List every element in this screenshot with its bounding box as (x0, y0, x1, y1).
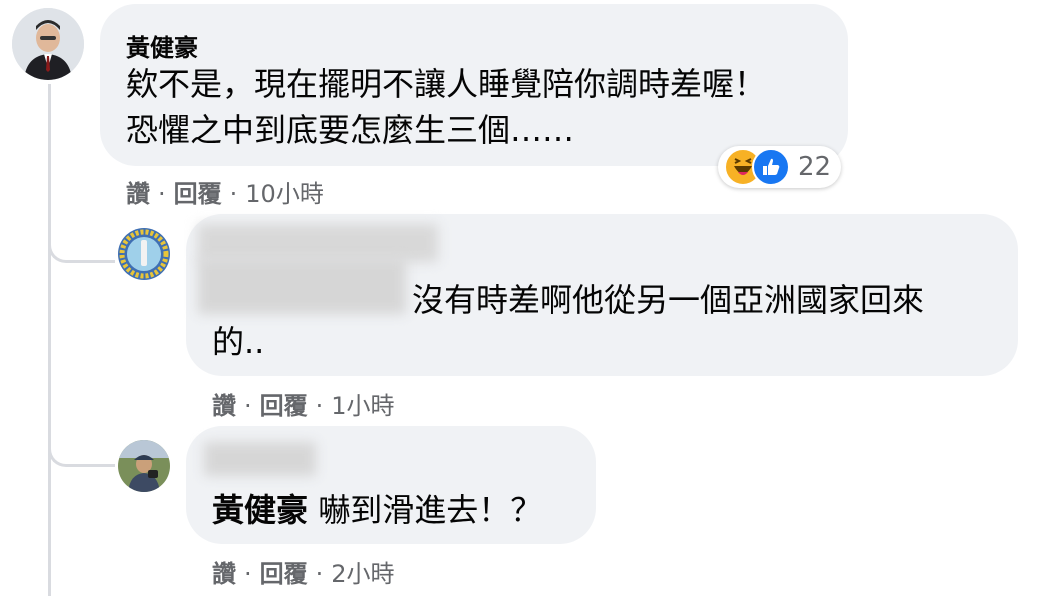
reply-button[interactable]: 回覆 (260, 560, 308, 588)
separator: · (244, 560, 252, 588)
thread-line (48, 84, 51, 596)
comment-actions: 讚 · 回覆 · 1小時 (212, 386, 395, 421)
avatar[interactable] (12, 8, 84, 80)
avatar[interactable] (118, 228, 170, 280)
separator: · (315, 392, 324, 420)
avatar[interactable] (118, 440, 170, 492)
comment-text-line: 欸不是，現在擺明不讓人睡覺陪你調時差喔！ (126, 65, 767, 103)
comment-text: 黃健豪 嚇到滑進去！？ (212, 488, 542, 532)
thread-branch-1 (48, 210, 115, 263)
reply-bubble: 黃健豪 嚇到滑進去！？ (186, 426, 596, 544)
comment-text-line: 恐懼之中到底要怎麼生三個…… (126, 111, 575, 149)
separator: · (244, 392, 252, 420)
separator: · (158, 180, 166, 208)
reaction-summary[interactable]: 22 (718, 146, 842, 188)
like-button[interactable]: 讚 (212, 392, 236, 420)
timestamp[interactable]: 10小時 (245, 180, 324, 208)
like-icon (752, 148, 790, 186)
like-button[interactable]: 讚 (212, 560, 236, 588)
comment-bubble: 黃健豪 欸不是，現在擺明不讓人睡覺陪你調時差喔！ 恐懼之中到底要怎麼生三個…… (100, 4, 848, 166)
timestamp[interactable]: 2小時 (331, 560, 394, 588)
avatar-image-icon (118, 228, 170, 280)
person-photo-icon (12, 8, 84, 80)
comment-actions: 讚 · 回覆 · 2小時 (212, 554, 395, 589)
separator: · (229, 180, 238, 208)
redacted-author-name (198, 224, 438, 262)
separator: · (315, 560, 324, 588)
thread-branch-2 (48, 414, 115, 467)
redacted-author-name (204, 442, 316, 476)
reply-button[interactable]: 回覆 (260, 392, 308, 420)
mention-link[interactable]: 黃健豪 (212, 491, 308, 529)
reaction-count: 22 (798, 152, 832, 182)
timestamp[interactable]: 1小時 (331, 392, 394, 420)
comment-text-line: 的.. (212, 323, 265, 361)
reply-bubble: 沒有時差啊他從另一個亞洲國家回來 的.. (186, 214, 1018, 376)
comment-text-line: 沒有時差啊他從另一個亞洲國家回來 (412, 281, 925, 319)
redacted-block (198, 258, 406, 314)
reply-button[interactable]: 回覆 (174, 180, 222, 208)
comment-text-body: 嚇到滑進去！？ (318, 491, 543, 529)
comment-author[interactable]: 黃健豪 (126, 28, 198, 63)
comment-actions: 讚 · 回覆 · 10小時 (126, 174, 324, 209)
avatar-image-icon (118, 440, 170, 492)
like-button[interactable]: 讚 (126, 180, 150, 208)
